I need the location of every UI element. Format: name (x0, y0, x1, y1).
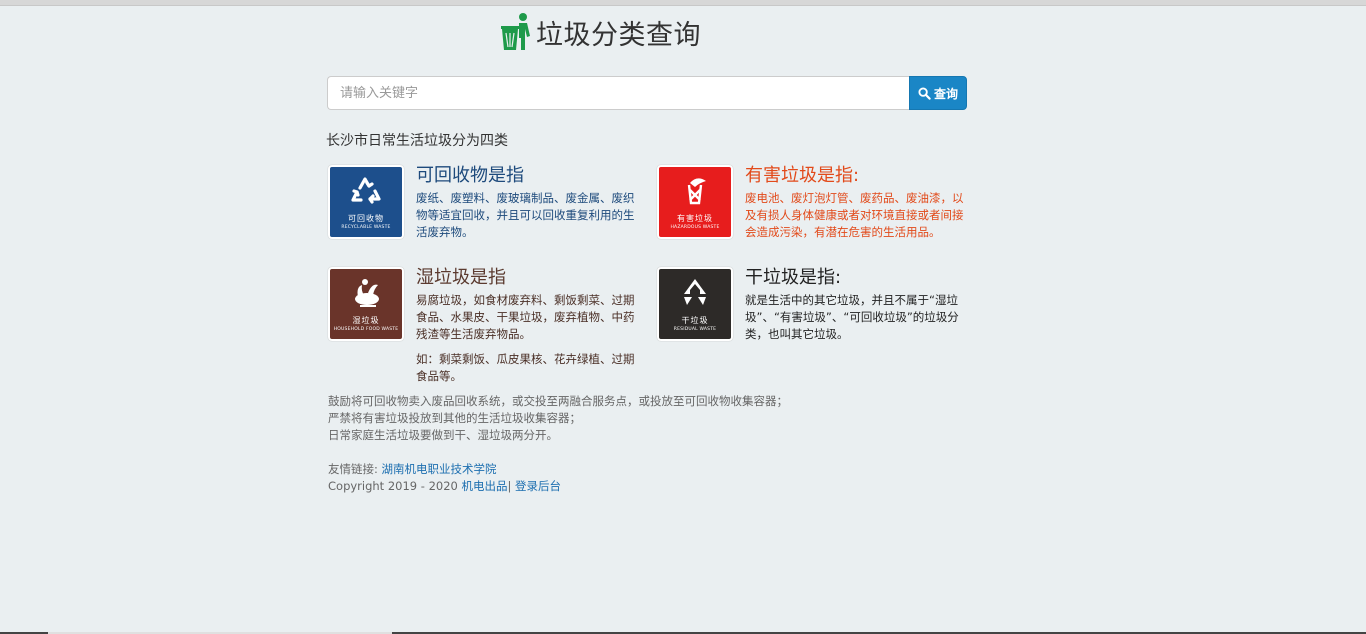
residual-waste-badge: 干垃圾 RESIDUAL WASTE (657, 267, 733, 341)
residual-waste-icon (684, 279, 706, 305)
food-waste-description: 易腐垃圾，如食材废弃料、剩饭剩菜、过期食品、水果皮、干果垃圾，废弃植物、中药残渣… (416, 293, 635, 341)
hazardous-badge: 有害垃圾 HAZARDOUS WASTE (657, 165, 733, 239)
food-waste-label-en: HOUSEHOLD FOOD WASTE (333, 327, 399, 332)
search-button-label: 查询 (933, 86, 958, 101)
page-title: 垃圾分类查询 (536, 19, 701, 51)
hazardous-label-en: HAZARDOUS WASTE (670, 225, 720, 230)
note-line: 鼓励将可回收物卖入废品回收系统，或交投至两融合服务点，或投放至可回收物收集容器； (328, 394, 788, 408)
hazardous-description: 废电池、废灯泡灯管、废药品、废油漆，以及有损人身体健康或者对环境直接或者间接会造… (745, 191, 964, 239)
search-input[interactable] (327, 76, 909, 110)
note-line: 日常家庭生活垃圾要做到干、湿垃圾两分开。 (328, 428, 558, 442)
hazardous-label-cn: 有害垃圾 (677, 214, 713, 223)
brand-link[interactable]: 机电出品 (462, 479, 508, 493)
recycle-bin-person-icon (501, 13, 530, 50)
note-line: 严禁将有害垃圾投放到其他的生活垃圾收集容器； (328, 411, 581, 425)
recyclable-description: 废纸、废塑料、废玻璃制品、废金属、废织物等适宜回收，并且可以回收重复利用的生活废… (416, 191, 635, 239)
admin-login-link[interactable]: 登录后台 (515, 479, 561, 493)
residual-waste-label-cn: 干垃圾 (681, 316, 709, 325)
friend-links-row: 友情链接: 湖南机电职业技术学院 (328, 461, 561, 478)
search-bar: 查询 (327, 76, 967, 110)
food-waste-title: 湿垃圾是指 (416, 267, 506, 288)
copyright-text: Copyright 2019 - 2020 (328, 479, 458, 493)
guidance-notes: 鼓励将可回收物卖入废品回收系统，或交投至两融合服务点，或投放至可回收物收集容器；… (328, 393, 788, 444)
recyclable-badge: 可回收物 RECYCLABLE WASTE (328, 165, 404, 239)
browser-top-border (0, 0, 1366, 6)
residual-waste-title: 干垃圾是指: (745, 267, 842, 288)
friend-links-label: 友情链接: (328, 462, 378, 476)
hazard-icon (687, 178, 706, 205)
copyright-row: Copyright 2019 - 2020 机电出品| 登录后台 (328, 478, 561, 495)
page-footer: 友情链接: 湖南机电职业技术学院 Copyright 2019 - 2020 机… (328, 461, 561, 495)
hazardous-title: 有害垃圾是指: (745, 165, 860, 186)
search-icon (918, 86, 931, 100)
search-button[interactable]: 查询 (909, 76, 967, 110)
food-waste-examples: 如：剩菜剩饭、瓜皮果核、花卉绿植、过期食品等。 (416, 352, 635, 383)
recycle-icon (351, 177, 381, 204)
page-header: 垃圾分类查询 (500, 10, 701, 54)
food-waste-badge: 湿垃圾 HOUSEHOLD FOOD WASTE (328, 267, 404, 341)
recyclable-label-cn: 可回收物 (348, 214, 384, 223)
food-waste-label-cn: 湿垃圾 (352, 316, 380, 325)
food-waste-icon (355, 279, 379, 307)
residual-waste-description: 就是生活中的其它垃圾，并且不属于“湿垃圾”、“有害垃圾”、“可回收垃圾”的垃圾分… (745, 293, 959, 341)
recyclable-label-en: RECYCLABLE WASTE (341, 225, 391, 230)
recyclable-title: 可回收物是指 (416, 165, 524, 186)
friend-link-hnjd[interactable]: 湖南机电职业技术学院 (382, 462, 497, 476)
residual-waste-label-en: RESIDUAL WASTE (673, 327, 717, 332)
footer-separator: | (507, 479, 512, 493)
intro-text: 长沙市日常生活垃圾分为四类 (326, 133, 508, 149)
